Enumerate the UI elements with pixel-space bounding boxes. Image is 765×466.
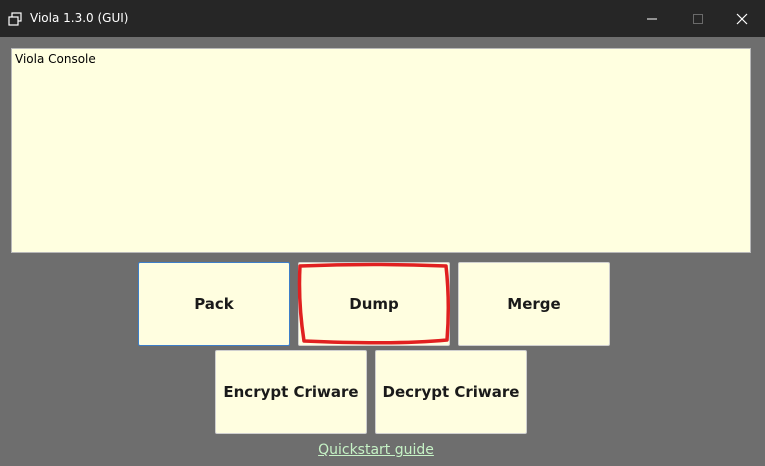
console-output[interactable]: Viola Console <box>11 48 751 253</box>
title-bar: Viola 1.3.0 (GUI) <box>0 0 765 37</box>
decrypt-criware-button[interactable]: Decrypt Criware <box>375 350 527 434</box>
window-title: Viola 1.3.0 (GUI) <box>30 11 129 25</box>
minimize-button[interactable] <box>629 0 675 37</box>
pack-button-label: Pack <box>194 295 234 313</box>
merge-button-label: Merge <box>507 295 561 313</box>
close-button[interactable] <box>719 0 765 37</box>
minimize-icon <box>647 18 657 19</box>
dump-button[interactable]: Dump <box>298 262 450 346</box>
encrypt-criware-button-label: Encrypt Criware <box>223 383 359 401</box>
maximize-button[interactable] <box>675 0 721 37</box>
console-text: Viola Console <box>15 52 96 66</box>
maximize-icon <box>693 13 703 24</box>
pack-button[interactable]: Pack <box>138 262 290 346</box>
quickstart-guide-link[interactable]: Quickstart guide <box>0 442 752 458</box>
close-icon <box>736 13 748 24</box>
app-window-icon <box>8 12 22 26</box>
dump-button-label: Dump <box>349 295 399 313</box>
decrypt-criware-button-label: Decrypt Criware <box>382 383 520 401</box>
merge-button[interactable]: Merge <box>458 262 610 346</box>
encrypt-criware-button[interactable]: Encrypt Criware <box>215 350 367 434</box>
